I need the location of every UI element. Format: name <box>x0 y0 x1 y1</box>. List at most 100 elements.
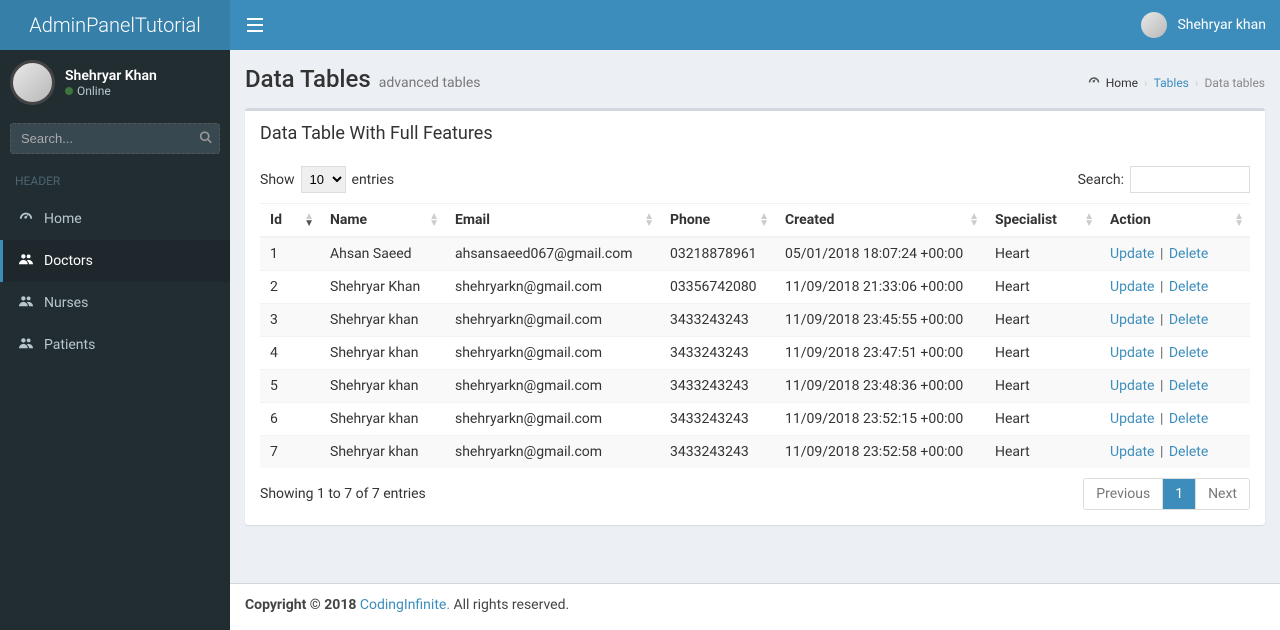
update-link[interactable]: Update <box>1110 312 1154 328</box>
cell-email: shehryarkn@gmail.com <box>445 436 660 469</box>
table-row: 2Shehryar Khanshehryarkn@gmail.com033567… <box>260 271 1250 304</box>
cell-name: Shehryar Khan <box>320 271 445 304</box>
chevron-right-icon: › <box>1144 76 1148 90</box>
cell-action: Update | Delete <box>1100 304 1250 337</box>
delete-link[interactable]: Delete <box>1169 312 1208 328</box>
cell-id: 7 <box>260 436 320 469</box>
update-link[interactable]: Update <box>1110 378 1154 394</box>
footer: Copyright © 2018 CodingInfinite. All rig… <box>230 583 1280 630</box>
col-specialist[interactable]: Specialist▲▼ <box>985 204 1100 238</box>
cell-id: 4 <box>260 337 320 370</box>
cell-id: 6 <box>260 403 320 436</box>
table-info: Showing 1 to 7 of 7 entries <box>260 486 426 502</box>
table-row: 7Shehryar khanshehryarkn@gmail.com343324… <box>260 436 1250 469</box>
cell-phone: 3433243243 <box>660 370 775 403</box>
logo[interactable]: AdminPanelTutorial <box>0 0 230 50</box>
sort-icon: ▲▼ <box>429 213 439 227</box>
delete-link[interactable]: Delete <box>1169 246 1208 262</box>
sidebar-search-input[interactable] <box>10 123 220 154</box>
sidebar-item-label: Home <box>44 211 82 227</box>
cell-action: Update | Delete <box>1100 237 1250 271</box>
cell-specialist: Heart <box>985 403 1100 436</box>
footer-brand-link[interactable]: CodingInfinite. <box>360 597 450 613</box>
breadcrumb-home[interactable]: Home <box>1106 76 1138 90</box>
cell-created: 11/09/2018 23:52:58 +00:00 <box>775 436 985 469</box>
cell-phone: 03218878961 <box>660 237 775 271</box>
page-prev-button[interactable]: Previous <box>1084 479 1162 509</box>
sidebar-item-nurses[interactable]: Nurses <box>0 282 230 324</box>
header-user-name: Shehryar khan <box>1177 17 1266 33</box>
sidebar-section-header: HEADER <box>0 164 230 198</box>
cell-phone: 03356742080 <box>660 271 775 304</box>
toggle-sidebar-button[interactable] <box>230 18 280 32</box>
cell-created: 05/01/2018 18:07:24 +00:00 <box>775 237 985 271</box>
update-link[interactable]: Update <box>1110 345 1154 361</box>
box-title: Data Table With Full Features <box>260 123 1250 144</box>
col-created[interactable]: Created▲▼ <box>775 204 985 238</box>
update-link[interactable]: Update <box>1110 246 1154 262</box>
col-phone[interactable]: Phone▲▼ <box>660 204 775 238</box>
delete-link[interactable]: Delete <box>1169 279 1208 295</box>
table-row: 3Shehryar khanshehryarkn@gmail.com343324… <box>260 304 1250 337</box>
user-panel: Shehryar Khan Online <box>0 50 230 115</box>
table-search-input[interactable] <box>1130 166 1250 193</box>
page-subtitle: advanced tables <box>379 75 481 91</box>
update-link[interactable]: Update <box>1110 444 1154 460</box>
cell-action: Update | Delete <box>1100 337 1250 370</box>
cell-created: 11/09/2018 23:47:51 +00:00 <box>775 337 985 370</box>
sidebar-username: Shehryar Khan <box>65 68 157 84</box>
breadcrumb-current: Data tables <box>1205 76 1266 90</box>
sidebar: Shehryar Khan Online HEADER Home Doctors… <box>0 50 230 630</box>
sort-icon: ▲▼ <box>1084 213 1094 227</box>
cell-phone: 3433243243 <box>660 304 775 337</box>
users-icon <box>18 252 34 270</box>
users-icon <box>18 294 34 312</box>
cell-name: Shehryar khan <box>320 403 445 436</box>
col-id[interactable]: Id▲▼ <box>260 204 320 238</box>
cell-name: Shehryar khan <box>320 337 445 370</box>
search-icon[interactable] <box>199 130 212 147</box>
delete-link[interactable]: Delete <box>1169 378 1208 394</box>
breadcrumb-tables[interactable]: Tables <box>1154 76 1189 90</box>
cell-action: Update | Delete <box>1100 403 1250 436</box>
page-1-button[interactable]: 1 <box>1162 479 1195 509</box>
sidebar-item-label: Nurses <box>44 295 88 311</box>
avatar <box>1141 12 1167 38</box>
cell-name: Shehryar khan <box>320 436 445 469</box>
update-link[interactable]: Update <box>1110 411 1154 427</box>
cell-email: shehryarkn@gmail.com <box>445 403 660 436</box>
cell-email: shehryarkn@gmail.com <box>445 304 660 337</box>
cell-email: shehryarkn@gmail.com <box>445 271 660 304</box>
cell-created: 11/09/2018 23:48:36 +00:00 <box>775 370 985 403</box>
cell-name: Ahsan Saeed <box>320 237 445 271</box>
breadcrumb: Home › Tables › Data tables <box>1088 75 1265 90</box>
cell-name: Shehryar khan <box>320 304 445 337</box>
page-next-button[interactable]: Next <box>1195 479 1249 509</box>
cell-created: 11/09/2018 23:52:15 +00:00 <box>775 403 985 436</box>
col-name[interactable]: Name▲▼ <box>320 204 445 238</box>
update-link[interactable]: Update <box>1110 279 1154 295</box>
status-dot-icon <box>65 87 73 95</box>
col-email[interactable]: Email▲▼ <box>445 204 660 238</box>
header-user-menu[interactable]: Shehryar khan <box>1127 12 1280 38</box>
cell-created: 11/09/2018 21:33:06 +00:00 <box>775 271 985 304</box>
table-row: 1Ahsan Saeedahsansaeed067@gmail.com03218… <box>260 237 1250 271</box>
length-select[interactable]: 10 <box>301 166 346 193</box>
delete-link[interactable]: Delete <box>1169 411 1208 427</box>
cell-id: 2 <box>260 271 320 304</box>
cell-id: 5 <box>260 370 320 403</box>
cell-created: 11/09/2018 23:45:55 +00:00 <box>775 304 985 337</box>
cell-specialist: Heart <box>985 304 1100 337</box>
sidebar-item-doctors[interactable]: Doctors <box>0 240 230 282</box>
table-row: 4Shehryar khanshehryarkn@gmail.com343324… <box>260 337 1250 370</box>
delete-link[interactable]: Delete <box>1169 444 1208 460</box>
table-row: 5Shehryar khanshehryarkn@gmail.com343324… <box>260 370 1250 403</box>
sidebar-item-patients[interactable]: Patients <box>0 324 230 366</box>
table-row: 6Shehryar khanshehryarkn@gmail.com343324… <box>260 403 1250 436</box>
delete-link[interactable]: Delete <box>1169 345 1208 361</box>
col-action[interactable]: Action▲▼ <box>1100 204 1250 238</box>
sort-icon: ▲▼ <box>759 213 769 227</box>
cell-phone: 3433243243 <box>660 337 775 370</box>
cell-specialist: Heart <box>985 271 1100 304</box>
sidebar-item-home[interactable]: Home <box>0 198 230 240</box>
